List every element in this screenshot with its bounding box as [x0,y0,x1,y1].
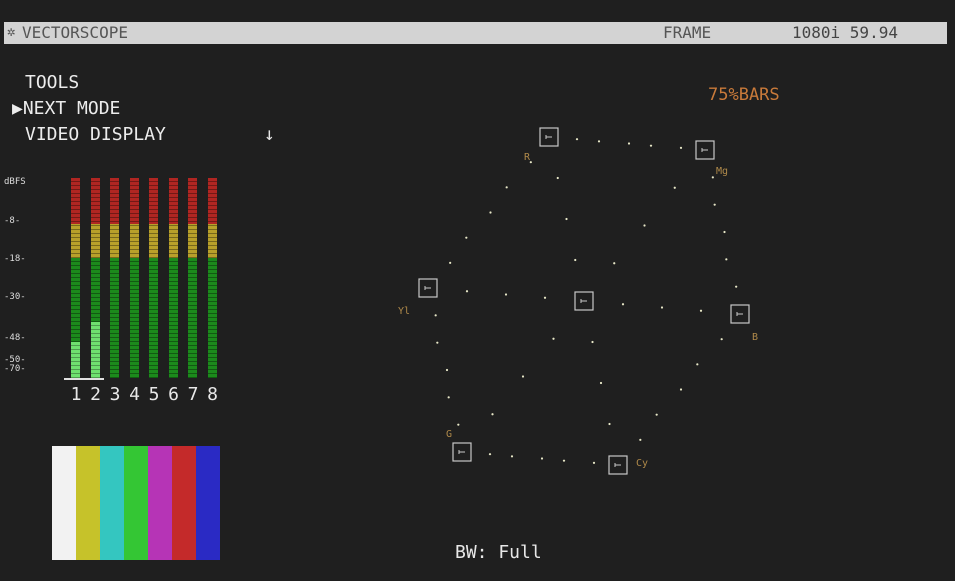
trace-dot [592,461,596,464]
trace-dot [599,381,603,385]
trace-dot [505,186,508,189]
trace-dot [735,285,738,288]
trace-dot [655,413,658,416]
target-box-b [730,304,750,324]
target-box-mg [695,140,715,160]
trace-dot [627,142,631,145]
target-label-mg: Mg [716,166,728,177]
trace-dot [699,309,703,312]
target-label-yl: Yl [398,306,410,317]
target-label-b: B [752,332,758,343]
trace-dot [679,388,683,391]
trace-dot [608,422,611,426]
trace-dot [457,423,460,426]
trace-dot [713,203,716,206]
trace-dot [575,138,579,141]
trace-dot [447,396,450,399]
trace-dot [565,217,568,221]
trace-dot [613,262,616,265]
trace-dot [660,306,664,309]
trace-dot [649,144,653,147]
trace-dot [562,459,566,462]
trace-dot [436,341,439,344]
trace-dot [556,176,559,180]
trace-dot [491,413,494,416]
trace-dot [621,303,625,306]
trace-dot [597,140,601,143]
trace-dot [445,368,449,372]
trace-dot [540,457,544,460]
trace-dot [529,161,532,164]
target-label-g: G [446,429,452,440]
trace-dot [465,236,468,239]
trace-dot [723,230,726,234]
target-box-yl [418,278,438,298]
trace-dot [552,337,555,340]
trace-dot [574,258,577,262]
trace-dot [434,314,437,317]
trace-dot [711,176,714,179]
trace-dot [488,453,492,456]
trace-dot [504,293,508,296]
trace-dot [725,258,728,261]
vectorscope-graticule: 75%BARS R Mg B Cy G Yl [398,85,780,475]
trace-dot [673,186,676,189]
trace-dot [591,340,594,344]
trace-dot [679,146,683,149]
trace-dot [696,363,699,366]
trace-dot [643,224,646,227]
trace-dot [639,438,642,441]
target-box-g [452,442,472,462]
trace-dot [521,375,525,378]
target-box-r [539,127,559,147]
target-label-cy: Cy [636,458,648,469]
target-box-center [574,291,594,311]
trace-dot [465,290,469,293]
target-label-r: R [524,152,531,163]
trace-dot [543,296,547,299]
vectorscope-screen: ✲ VECTORSCOPE FRAME 1080i 59.94 TOOLS ▶N… [0,0,955,581]
standard-label: 75%BARS [708,85,780,105]
trace-dot [720,338,723,341]
bandwidth-status: BW: Full [455,542,542,563]
trace-dot [449,261,452,264]
target-box-cy [608,455,628,475]
trace-dot [489,211,492,214]
trace-dot [510,455,514,458]
